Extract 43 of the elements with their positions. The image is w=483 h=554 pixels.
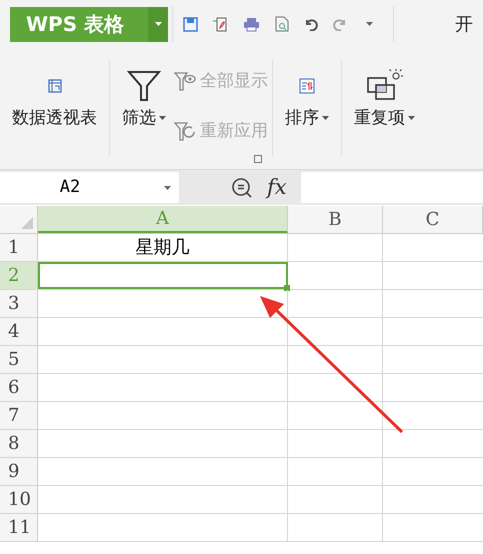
corner-triangle-icon xyxy=(21,217,33,229)
caret-icon xyxy=(154,22,162,26)
ribbon-button[interactable]: 数据透视表 xyxy=(4,48,105,132)
filter-eye-icon xyxy=(174,71,196,93)
redo-icon[interactable] xyxy=(333,17,347,31)
app-dropdown-button[interactable] xyxy=(148,6,168,42)
name-box[interactable]: A2 xyxy=(0,172,179,203)
ribbon-button[interactable]: 筛选 xyxy=(114,48,174,132)
ribbon-button[interactable]: 重复项 xyxy=(346,48,423,132)
ribbon-button[interactable]: 排序 xyxy=(277,48,337,132)
caret-icon xyxy=(159,116,166,120)
export-pdf-icon[interactable] xyxy=(213,16,228,32)
caret-icon xyxy=(408,116,415,120)
column-header[interactable]: C xyxy=(383,206,483,233)
filter-refresh-icon xyxy=(174,121,196,143)
undo-icon[interactable] xyxy=(304,17,318,31)
row-header[interactable]: 8 xyxy=(0,430,38,457)
row-header[interactable]: 4 xyxy=(0,318,38,345)
row-header[interactable]: 10 xyxy=(0,486,38,513)
row-header[interactable]: 6 xyxy=(0,374,38,401)
row-header[interactable]: 1 xyxy=(0,234,38,261)
print-preview-icon[interactable] xyxy=(275,16,289,32)
active-cell[interactable] xyxy=(38,262,288,289)
function-button[interactable]: fx xyxy=(267,172,287,204)
row-header[interactable]: 7 xyxy=(0,402,38,429)
row-header[interactable]: 9 xyxy=(0,458,38,485)
zoom-icon[interactable] xyxy=(231,176,253,198)
sort-icon xyxy=(299,78,315,94)
caret-icon xyxy=(322,116,329,120)
filter-icon xyxy=(127,69,161,103)
column-header[interactable]: B xyxy=(288,206,383,233)
row-header[interactable]: 5 xyxy=(0,346,38,373)
menu-tab[interactable]: 开 xyxy=(444,10,483,38)
caret-icon xyxy=(366,22,373,26)
fill-handle[interactable] xyxy=(284,285,290,291)
print-icon[interactable] xyxy=(243,16,260,32)
row-header[interactable]: 11 xyxy=(0,514,38,541)
table-cell[interactable]: 星期几 xyxy=(38,234,288,261)
caret-icon xyxy=(164,186,171,190)
dialog-launcher-icon[interactable] xyxy=(254,155,262,163)
row-header[interactable]: 3 xyxy=(0,290,38,317)
save-icon[interactable] xyxy=(183,16,198,32)
table-icon xyxy=(48,79,62,93)
